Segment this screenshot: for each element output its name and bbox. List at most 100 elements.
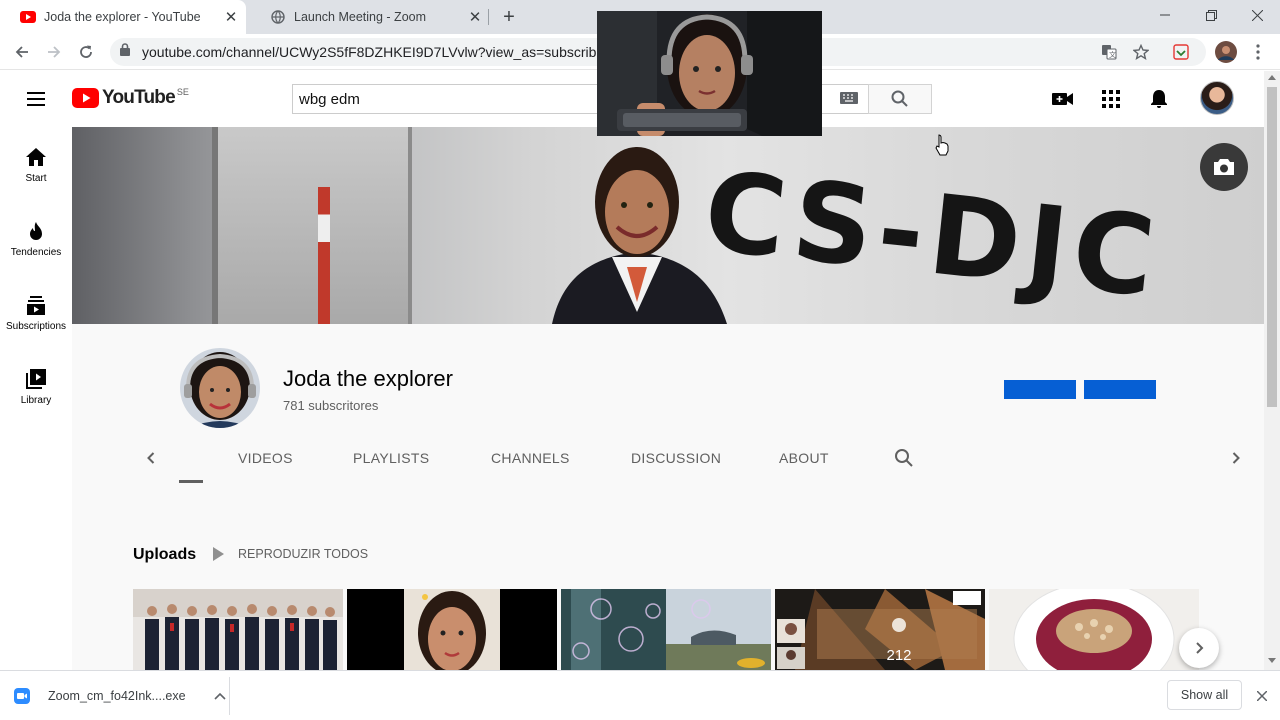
notifications-bell-icon[interactable]	[1147, 87, 1171, 111]
close-download-shelf-icon[interactable]	[1252, 686, 1272, 706]
create-video-icon[interactable]	[1051, 87, 1075, 111]
customize-channel-button[interactable]	[1004, 380, 1076, 399]
bookmark-star-icon[interactable]	[1129, 40, 1153, 64]
close-tab-icon[interactable]: ✕	[220, 6, 242, 28]
scroll-up-arrow-icon[interactable]	[1268, 75, 1276, 80]
mouse-pointer-hand-icon	[935, 134, 949, 156]
youtube-logo-icon	[72, 88, 99, 108]
channel-header: Joda the explorer 781 subscritores VIDEO…	[72, 324, 1264, 484]
tab-channels[interactable]: CHANNELS	[491, 450, 570, 466]
banner-door-handle	[318, 187, 330, 324]
apps-grid-icon[interactable]	[1099, 87, 1123, 111]
tab-title: Launch Meeting - Zoom	[294, 10, 427, 24]
video-thumbnail[interactable]: 212	[775, 589, 985, 670]
account-avatar[interactable]	[1200, 81, 1234, 115]
shelf-next-button[interactable]	[1179, 628, 1219, 668]
camera-icon	[1214, 159, 1234, 175]
channel-avatar[interactable]	[180, 348, 260, 428]
search-query: wbg edm	[299, 90, 360, 108]
menu-icon[interactable]	[24, 87, 48, 111]
guide-item-label: Tendencies	[10, 247, 62, 258]
forward-icon[interactable]	[42, 40, 66, 64]
extension-icon[interactable]	[1169, 40, 1193, 64]
keyboard-icon[interactable]	[840, 92, 858, 104]
country-code: SE	[176, 87, 189, 97]
close-tab-icon[interactable]: ✕	[464, 6, 486, 28]
lock-icon	[120, 43, 134, 61]
guide-item-subscriptions[interactable]: Subscriptions	[0, 275, 72, 349]
mini-guide-sidebar: Start Tendencies Subscriptions Library	[0, 127, 72, 670]
youtube-icon	[20, 9, 36, 25]
back-icon[interactable]	[10, 40, 34, 64]
chevron-up-icon[interactable]	[214, 692, 226, 700]
guide-item-tendencies[interactable]: Tendencies	[0, 201, 72, 275]
download-filename: Zoom_cm_fo42Ink....exe	[48, 689, 186, 703]
scrollbar-thumb[interactable]	[1267, 87, 1277, 407]
tab-videos[interactable]: VIDEOS	[238, 450, 293, 466]
new-tab-icon[interactable]: +	[498, 6, 520, 28]
youtube-logo[interactable]: YouTube SE	[72, 87, 189, 109]
zoom-app-icon	[14, 688, 30, 704]
tabs-prev-chevron-icon[interactable]	[143, 450, 159, 471]
subscriptions-icon	[27, 296, 45, 315]
video-thumbnail[interactable]	[561, 589, 771, 670]
restore-icon[interactable]	[1188, 0, 1234, 30]
subscriber-count: 781 subscritores	[283, 398, 379, 413]
guide-item-label: Start	[25, 173, 47, 184]
video-thumbnail[interactable]	[347, 589, 557, 670]
selfie-thumbnail-image	[347, 589, 557, 670]
search-icon	[891, 90, 908, 107]
play-all-label: REPRODUZIR TODOS	[238, 547, 369, 561]
webcam-participant-image	[597, 11, 822, 136]
globe-icon	[270, 9, 286, 25]
download-item[interactable]: Zoom_cm_fo42Ink....exe	[14, 681, 226, 711]
home-tab-indicator	[179, 480, 203, 483]
landscape-thumbnail-image	[561, 589, 771, 670]
page-scrollbar[interactable]	[1264, 71, 1280, 670]
channel-content: Uploads REPRODUZIR TODOS 212	[72, 484, 1264, 670]
channel-search-icon[interactable]	[894, 448, 914, 473]
manage-videos-button[interactable]	[1084, 380, 1156, 399]
tabs-next-chevron-icon[interactable]	[1228, 450, 1244, 471]
tab-playlists[interactable]: PLAYLISTS	[353, 450, 429, 466]
scroll-down-arrow-icon[interactable]	[1268, 658, 1276, 663]
viewer-count-text: 212	[886, 647, 911, 664]
change-banner-button[interactable]	[1200, 143, 1248, 191]
chrome-menu-icon[interactable]	[1246, 40, 1270, 64]
show-all-downloads-button[interactable]: Show all	[1167, 680, 1242, 710]
library-icon	[26, 369, 46, 389]
reload-icon[interactable]	[74, 40, 98, 64]
window-close-icon[interactable]	[1234, 0, 1280, 30]
play-all-button[interactable]: REPRODUZIR TODOS	[213, 547, 368, 561]
tab-about[interactable]: ABOUT	[779, 450, 829, 466]
profile-avatar-icon[interactable]	[1214, 40, 1238, 64]
channel-avatar-image	[180, 348, 260, 428]
video-thumbnail[interactable]	[133, 589, 343, 670]
tab-divider	[488, 9, 489, 25]
group-photo-thumbnail-image	[133, 589, 343, 670]
browser-tab-zoom[interactable]: Launch Meeting - Zoom ✕	[250, 0, 490, 34]
tab-discussion[interactable]: DISCUSSION	[631, 450, 721, 466]
zoom-video-overlay[interactable]	[597, 11, 822, 136]
guide-item-label: Library	[20, 395, 52, 406]
channel-tabs: VIDEOS PLAYLISTS CHANNELS DISCUSSION ABO…	[72, 436, 1264, 484]
uploads-shelf-title[interactable]: Uploads	[133, 546, 196, 564]
channel-name: Joda the explorer	[283, 366, 453, 391]
food-bowl-thumbnail-image	[989, 589, 1199, 670]
logo-wordmark: YouTube	[102, 87, 176, 108]
play-icon	[213, 547, 224, 561]
guide-item-library[interactable]: Library	[0, 349, 72, 423]
download-divider	[229, 677, 230, 715]
search-button[interactable]	[868, 84, 932, 114]
guide-item-start[interactable]: Start	[0, 127, 72, 201]
translate-icon[interactable]: 文	[1097, 40, 1121, 64]
video-thumbnail[interactable]	[989, 589, 1199, 670]
minimize-icon[interactable]	[1142, 0, 1188, 30]
aircraft-registration-text: CS-DJC	[698, 147, 1167, 323]
svg-text:文: 文	[1109, 50, 1116, 59]
guide-item-label: Subscriptions	[5, 321, 67, 332]
browser-tab-youtube[interactable]: Joda the explorer - YouTube ✕	[0, 0, 246, 34]
chevron-right-icon	[1196, 642, 1204, 654]
home-icon	[26, 148, 46, 166]
url-text: youtube.com/channel/UCWy2S5fF8DZHKEI9D7L…	[142, 44, 609, 60]
